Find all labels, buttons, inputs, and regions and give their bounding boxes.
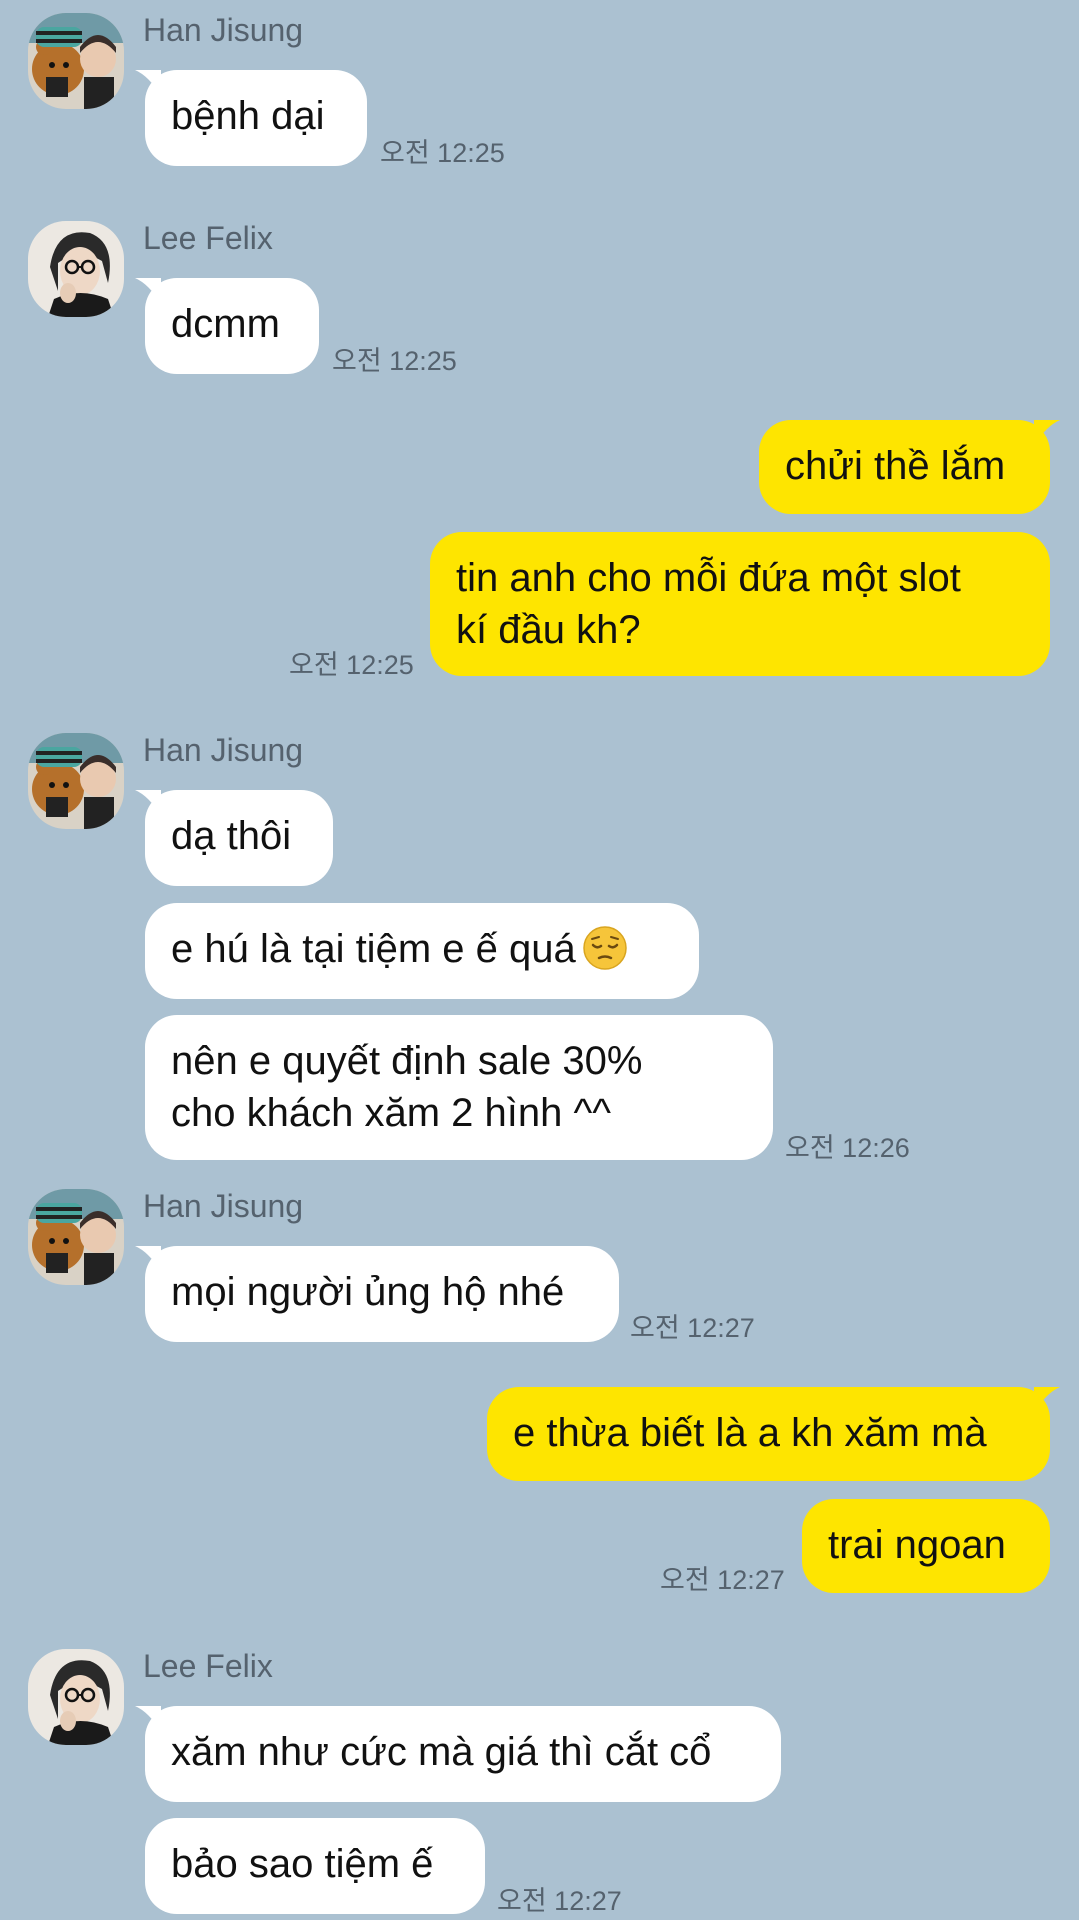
avatar-lee-felix[interactable] — [28, 1649, 124, 1745]
avatar-lee-felix[interactable] — [28, 221, 124, 317]
message-bubble[interactable]: bảo sao tiệm ế — [145, 1818, 485, 1914]
sender-name: Han Jisung — [143, 1188, 304, 1224]
message-bubble[interactable]: tin anh cho mỗi đứa một slot kí đầu kh? — [430, 532, 1050, 676]
bubble-tail — [135, 278, 161, 304]
message-text-line: tin anh cho mỗi đứa một slot — [456, 556, 961, 600]
message-text-line: nên e quyết định sale 30% — [171, 1039, 643, 1083]
sender-name: Han Jisung — [143, 12, 304, 48]
message-timestamp: 오전 12:25 — [289, 650, 414, 680]
message-text: dcmm — [171, 302, 280, 346]
message-text: bệnh dại — [171, 94, 325, 138]
bubble-tail — [1034, 1387, 1060, 1413]
message-bubble[interactable]: dạ thôi — [135, 790, 333, 886]
message-timestamp: 오전 12:26 — [785, 1133, 910, 1163]
message-timestamp: 오전 12:27 — [630, 1313, 755, 1343]
sender-name: Lee Felix — [143, 1648, 273, 1684]
sender-name: Lee Felix — [143, 220, 273, 256]
message-text-line: kí đầu kh? — [456, 608, 641, 652]
bubble-tail — [1034, 420, 1060, 446]
bubble-tail — [135, 1246, 161, 1272]
message-text: e hú là tại tiệm e ế quá — [171, 927, 576, 971]
avatar-han-jisung[interactable] — [28, 733, 124, 829]
message-text-line: cho khách xăm 2 hình ^^ — [171, 1091, 611, 1135]
message-bubble[interactable]: chửi thề lắm — [759, 420, 1060, 514]
message-timestamp: 오전 12:27 — [660, 1565, 785, 1595]
message-bubble[interactable]: e thừa biết là a kh xăm mà — [487, 1387, 1060, 1481]
bubble-tail — [135, 1706, 161, 1732]
message-bubble[interactable]: e hú là tại tiệm e ế quá — [145, 903, 699, 999]
message-text: trai ngoan — [828, 1523, 1006, 1567]
avatar-han-jisung[interactable] — [28, 13, 124, 109]
message-bubble[interactable]: dcmm — [135, 278, 319, 374]
message-bubble[interactable]: xăm như cức mà giá thì cắt cổ — [135, 1706, 781, 1802]
sender-name: Han Jisung — [143, 732, 304, 768]
message-bubble[interactable]: bệnh dại — [135, 70, 367, 166]
message-text: chửi thề lắm — [785, 444, 1006, 488]
bubble-tail — [135, 70, 161, 96]
message-text: xăm như cức mà giá thì cắt cổ — [171, 1730, 712, 1774]
message-timestamp: 오전 12:25 — [380, 138, 505, 168]
message-timestamp: 오전 12:27 — [497, 1886, 622, 1916]
bubble-tail — [135, 790, 161, 816]
message-text: mọi người ủng hộ nhé — [171, 1270, 565, 1314]
avatar-han-jisung[interactable] — [28, 1189, 124, 1285]
message-bubble[interactable]: nên e quyết định sale 30% cho khách xăm … — [145, 1015, 773, 1160]
message-bubble[interactable]: trai ngoan — [802, 1499, 1050, 1593]
message-text: e thừa biết là a kh xăm mà — [513, 1411, 987, 1455]
message-text: bảo sao tiệm ế — [171, 1842, 434, 1886]
message-bubble[interactable]: mọi người ủng hộ nhé — [135, 1246, 619, 1342]
message-text: dạ thôi — [171, 814, 292, 858]
message-timestamp: 오전 12:25 — [332, 346, 457, 376]
pensive-face-emoji — [582, 926, 627, 970]
